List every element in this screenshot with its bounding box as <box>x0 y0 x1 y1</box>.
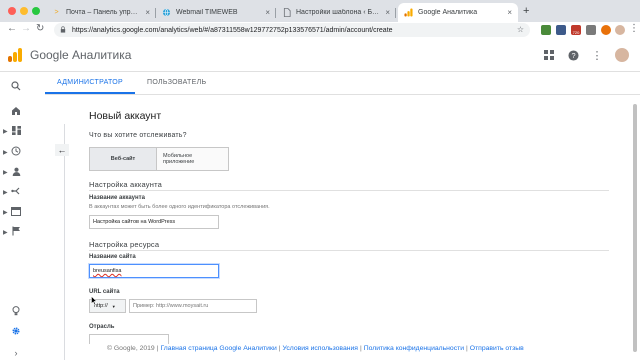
industry-label: Отрасль <box>89 324 115 330</box>
browser-toolbar: ← → ↻ https://analytics.google.com/analy… <box>0 22 640 38</box>
expand-arrow-icon[interactable]: ▶ <box>3 229 8 236</box>
behavior-icon[interactable] <box>11 206 21 216</box>
tab-label: Webmail TIMEWEB <box>176 9 238 16</box>
site-url-label: URL сайта <box>89 289 120 295</box>
extension-icon-4[interactable] <box>586 25 596 35</box>
page-footer: © Google, 2019 | Главная страница Google А… <box>107 345 524 352</box>
site-name-label: Название сайта <box>89 254 136 260</box>
user-avatar[interactable] <box>614 47 630 63</box>
property-setup-heading: Настройка ресурса <box>89 240 160 249</box>
tracking-type-selector: Веб-сайт Мобильное приложение <box>89 147 229 171</box>
account-name-hint: В аккаунтах может быть более одного иден… <box>89 204 270 210</box>
option-mobile-app-button[interactable]: Мобильное приложение <box>157 147 229 171</box>
new-tab-button[interactable]: + <box>523 5 529 17</box>
site-name-value: breusanfisa <box>93 268 122 274</box>
mail-arrow-icon: > <box>54 9 59 16</box>
discover-lightbulb-icon[interactable] <box>11 306 21 316</box>
extension-icon-2[interactable] <box>556 25 566 35</box>
close-tab-icon[interactable]: × <box>385 8 390 17</box>
left-nav-rail: ▶ ▶ ▶ ▶ ▶ ▶ › <box>0 72 32 360</box>
account-name-value: Настройка сайтов на WordPress <box>93 219 176 225</box>
dashboard-icon[interactable] <box>11 125 21 135</box>
extension-icon-5[interactable] <box>601 25 611 35</box>
conversions-flag-icon[interactable] <box>11 226 21 236</box>
bookmark-star-icon[interactable]: ☆ <box>517 25 524 34</box>
more-vert-icon[interactable]: ⋮ <box>590 48 604 62</box>
analytics-icon <box>404 8 413 17</box>
admin-tabs: АДМИНИСТРАТОР ПОЛЬЗОВАТЕЛЬ <box>45 72 218 94</box>
close-window-button[interactable] <box>8 7 16 15</box>
account-setup-heading: Настройка аккаунта <box>89 180 163 189</box>
browser-tab-mail[interactable]: > Почта – Панель управления «… × <box>46 3 156 22</box>
section-divider <box>89 250 609 251</box>
acquisition-icon[interactable] <box>11 186 21 196</box>
minimize-window-button[interactable] <box>20 7 28 15</box>
copyright-text: © Google, 2019 <box>107 345 155 352</box>
browser-tab-webmail[interactable]: Webmail TIMEWEB × <box>156 3 276 22</box>
industry-select[interactable] <box>89 334 169 344</box>
footer-link-home[interactable]: Главная страница Google Аналитики <box>160 345 276 352</box>
reload-icon[interactable]: ↻ <box>36 23 44 34</box>
tracking-question: Что вы хотите отслеживать? <box>89 132 187 139</box>
panel-divider <box>64 124 65 360</box>
help-icon[interactable]: ? <box>566 48 580 62</box>
expand-arrow-icon[interactable]: ▶ <box>3 128 8 135</box>
extension-badge-count: 720 <box>572 30 580 35</box>
extension-badge-icon[interactable]: 720 <box>571 25 581 35</box>
back-arrow-icon[interactable]: ← <box>55 144 69 156</box>
expand-arrow-icon[interactable]: ▶ <box>3 169 8 176</box>
footer-link-terms[interactable]: Условия использования <box>283 345 358 352</box>
tabs-divider <box>45 94 640 95</box>
admin-gear-icon[interactable] <box>11 326 21 336</box>
option-website-button[interactable]: Веб-сайт <box>89 147 157 171</box>
svg-text:?: ? <box>571 50 575 59</box>
expand-arrow-icon[interactable]: ▶ <box>3 189 8 196</box>
menu-dots-icon[interactable]: ⋮ <box>629 23 639 34</box>
tab-label: Настройки шаблона ‹ Блог А… <box>296 9 382 16</box>
maximize-window-button[interactable] <box>32 7 40 15</box>
app-title: Google Аналитика <box>30 48 132 62</box>
globe-icon <box>162 8 171 17</box>
home-icon[interactable] <box>11 106 21 116</box>
section-divider <box>89 190 609 191</box>
site-name-input[interactable]: breusanfisa <box>89 264 219 278</box>
browser-tab-analytics[interactable]: Google Аналитика × <box>398 3 518 22</box>
footer-link-privacy[interactable]: Политика конфиденциальности <box>364 345 464 352</box>
realtime-clock-icon[interactable] <box>11 146 21 156</box>
close-tab-icon[interactable]: × <box>145 8 150 17</box>
lock-icon <box>60 25 66 35</box>
mouse-cursor-icon <box>91 296 97 305</box>
tab-label: Почта – Панель управления «… <box>66 9 141 16</box>
address-bar[interactable]: https://analytics.google.com/analytics/w… <box>54 23 530 37</box>
search-icon[interactable] <box>11 81 21 91</box>
chevron-down-icon: ▼ <box>111 303 116 309</box>
back-arrow-icon[interactable]: ← <box>7 23 17 34</box>
browser-tab-bar: > Почта – Панель управления «… × Webmail… <box>0 0 640 22</box>
analytics-logo-icon <box>8 48 22 62</box>
site-url-input[interactable]: Пример: http://www.moysait.ru <box>129 299 257 313</box>
browser-tab-template-settings[interactable]: Настройки шаблона ‹ Блог А… × <box>276 3 396 22</box>
audience-person-icon[interactable] <box>11 166 21 176</box>
close-tab-icon[interactable]: × <box>265 8 270 17</box>
account-name-label: Название аккаунта <box>89 195 145 201</box>
address-bar-url: https://analytics.google.com/analytics/w… <box>72 26 393 34</box>
collapse-chevron-icon[interactable]: › <box>11 348 21 358</box>
vertical-scrollbar[interactable] <box>633 104 637 352</box>
expand-arrow-icon[interactable]: ▶ <box>3 149 8 156</box>
site-url-placeholder: Пример: http://www.moysait.ru <box>133 303 209 309</box>
footer-link-feedback[interactable]: Отправить отзыв <box>470 345 524 352</box>
close-tab-icon[interactable]: × <box>507 8 512 17</box>
page-icon <box>282 8 291 17</box>
ga-header: Google Аналитика ? ⋮ <box>0 38 640 72</box>
forward-arrow-icon[interactable]: → <box>21 23 31 34</box>
expand-arrow-icon[interactable]: ▶ <box>3 209 8 216</box>
tab-user[interactable]: ПОЛЬЗОВАТЕЛЬ <box>135 72 218 94</box>
page-title: Новый аккаунт <box>89 110 162 122</box>
apps-grid-icon[interactable] <box>542 48 556 62</box>
profile-avatar-icon[interactable] <box>615 25 625 35</box>
account-name-input[interactable]: Настройка сайтов на WordPress <box>89 215 219 229</box>
extension-icon-1[interactable] <box>541 25 551 35</box>
tab-administrator[interactable]: АДМИНИСТРАТОР <box>45 72 135 94</box>
tab-label: Google Аналитика <box>418 9 478 16</box>
